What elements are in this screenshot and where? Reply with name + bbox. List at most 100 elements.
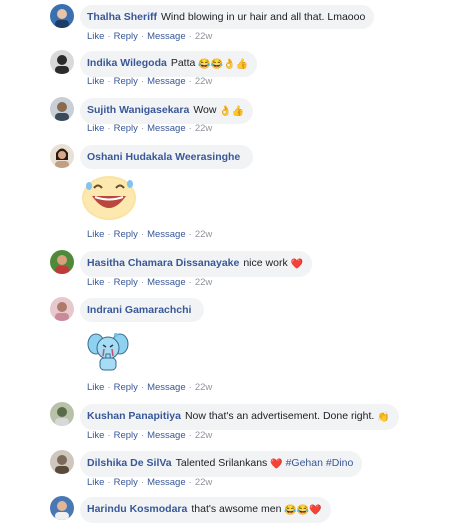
separator: · bbox=[107, 31, 111, 42]
like-button[interactable]: Like bbox=[87, 123, 104, 134]
comment-timestamp[interactable]: 22w bbox=[195, 430, 212, 441]
comment-actions: Like · Reply · Message · 22w bbox=[87, 229, 212, 240]
comment-timestamp[interactable]: 22w bbox=[195, 229, 212, 240]
comment-author[interactable]: Harindu Kosmodara bbox=[87, 503, 187, 515]
separator: · bbox=[188, 277, 192, 288]
emoji: ❤️ bbox=[290, 259, 304, 270]
message-button[interactable]: Message bbox=[147, 430, 186, 441]
message-button[interactable]: Message bbox=[147, 477, 186, 488]
comment-bubble: Kushan Panapitiya Now that's an advertise… bbox=[80, 404, 399, 430]
emoji: 😂😂👌👍 bbox=[198, 59, 249, 70]
comment-actions: Like · Reply · Message · 22w bbox=[87, 123, 212, 134]
avatar[interactable] bbox=[50, 97, 74, 121]
separator: · bbox=[107, 277, 111, 288]
separator: · bbox=[107, 477, 111, 488]
crying-elephant-sticker bbox=[86, 330, 130, 379]
separator: · bbox=[107, 76, 111, 87]
message-button[interactable]: Message bbox=[147, 277, 186, 288]
comment-author[interactable]: Indrani Gamarachchi bbox=[87, 304, 191, 316]
comment-author[interactable]: Indika Wilegoda bbox=[87, 57, 167, 69]
separator: · bbox=[188, 477, 192, 488]
comment-bubble: Hasitha Chamara Dissanayake nice work ❤️ bbox=[80, 251, 313, 277]
comment-bubble: Harindu Kosmodara that's awsome men 😂😂❤️ bbox=[80, 497, 331, 523]
comment-timestamp[interactable]: 22w bbox=[195, 123, 212, 134]
comment-author[interactable]: Thalha Sheriff bbox=[87, 11, 157, 23]
emoji: 👏 bbox=[377, 412, 390, 423]
reply-button[interactable]: Reply bbox=[114, 31, 138, 42]
avatar[interactable] bbox=[50, 402, 74, 426]
comment-actions: Like · Reply · Message · 22w bbox=[87, 430, 212, 441]
like-button[interactable]: Like bbox=[87, 382, 104, 393]
comment-bubble: Indrani Gamarachchi bbox=[80, 298, 205, 322]
like-button[interactable]: Like bbox=[87, 229, 104, 240]
comment-timestamp[interactable]: 22w bbox=[195, 31, 212, 42]
comment-text: Patta bbox=[170, 57, 196, 69]
comment-actions: Like · Reply · Message · 22w bbox=[87, 277, 212, 288]
avatar[interactable] bbox=[50, 50, 74, 74]
comment-actions: Like · Reply · Message · 22w bbox=[87, 477, 212, 488]
comment-bubble: Oshani Hudakala Weerasinghe bbox=[80, 145, 254, 169]
separator: · bbox=[188, 382, 192, 393]
comment-author[interactable]: Dilshika De SilVa bbox=[87, 457, 172, 469]
message-button[interactable]: Message bbox=[147, 382, 186, 393]
reply-button[interactable]: Reply bbox=[114, 76, 138, 87]
reply-button[interactable]: Reply bbox=[114, 123, 138, 134]
avatar[interactable] bbox=[50, 297, 74, 321]
comment-author[interactable]: Sujith Wanigasekara bbox=[87, 104, 189, 116]
separator: · bbox=[107, 229, 111, 240]
comment-actions: Like · Reply · Message · 22w bbox=[87, 76, 212, 87]
comment-text: Talented Srilankans bbox=[175, 457, 268, 469]
comment-author[interactable]: Oshani Hudakala Weerasinghe bbox=[87, 151, 240, 163]
separator: · bbox=[140, 277, 145, 288]
reply-button[interactable]: Reply bbox=[114, 229, 138, 240]
separator: · bbox=[188, 123, 192, 134]
message-button[interactable]: Message bbox=[147, 31, 186, 42]
comment-text: Now that's an advertisement. Done right. bbox=[184, 410, 375, 422]
reply-button[interactable]: Reply bbox=[114, 277, 138, 288]
avatar[interactable] bbox=[50, 496, 74, 520]
laughing-face-sticker bbox=[80, 172, 138, 227]
separator: · bbox=[188, 76, 192, 87]
separator: · bbox=[140, 382, 145, 393]
separator: · bbox=[140, 229, 145, 240]
comment-actions: Like · Reply · Message · 22w bbox=[87, 31, 212, 42]
comment-author[interactable]: Kushan Panapitiya bbox=[87, 410, 181, 422]
comment-timestamp[interactable]: 22w bbox=[195, 277, 212, 288]
comment-text: that's awsome men bbox=[191, 503, 282, 515]
reply-button[interactable]: Reply bbox=[114, 477, 138, 488]
separator: · bbox=[140, 430, 145, 441]
comment-actions: Like · Reply · Message · 22w bbox=[87, 382, 212, 393]
emoji: 👌👍 bbox=[219, 106, 245, 117]
reply-button[interactable]: Reply bbox=[114, 430, 138, 441]
avatar[interactable] bbox=[50, 250, 74, 274]
comment-text: nice work bbox=[243, 257, 288, 269]
avatar[interactable] bbox=[50, 144, 74, 168]
comment-timestamp[interactable]: 22w bbox=[195, 382, 212, 393]
separator: · bbox=[188, 229, 192, 240]
like-button[interactable]: Like bbox=[87, 76, 104, 87]
separator: · bbox=[107, 382, 111, 393]
comment-timestamp[interactable]: 22w bbox=[195, 477, 212, 488]
comment-text: Wow bbox=[193, 104, 217, 116]
like-button[interactable]: Like bbox=[87, 277, 104, 288]
separator: · bbox=[140, 477, 145, 488]
avatar[interactable] bbox=[50, 4, 74, 28]
separator: · bbox=[140, 123, 145, 134]
comment-author[interactable]: Hasitha Chamara Dissanayake bbox=[87, 257, 239, 269]
separator: · bbox=[140, 31, 145, 42]
comment-timestamp[interactable]: 22w bbox=[195, 76, 212, 87]
reply-button[interactable]: Reply bbox=[114, 382, 138, 393]
emoji: 😂😂❤️ bbox=[284, 505, 322, 516]
comment-bubble: Sujith Wanigasekara Wow 👌👍 bbox=[80, 98, 254, 124]
hashtag-link[interactable]: #Gehan #Dino bbox=[286, 457, 354, 469]
message-button[interactable]: Message bbox=[147, 76, 186, 87]
like-button[interactable]: Like bbox=[87, 31, 104, 42]
like-button[interactable]: Like bbox=[87, 430, 104, 441]
avatar[interactable] bbox=[50, 450, 74, 474]
message-button[interactable]: Message bbox=[147, 123, 186, 134]
message-button[interactable]: Message bbox=[147, 229, 186, 240]
comment-bubble: Indika Wilegoda Patta 😂😂👌👍 bbox=[80, 51, 258, 77]
emoji: ❤️ bbox=[270, 459, 283, 470]
like-button[interactable]: Like bbox=[87, 477, 104, 488]
comment-bubble: Thalha Sheriff Wind blowing in ur hair an… bbox=[80, 5, 375, 29]
